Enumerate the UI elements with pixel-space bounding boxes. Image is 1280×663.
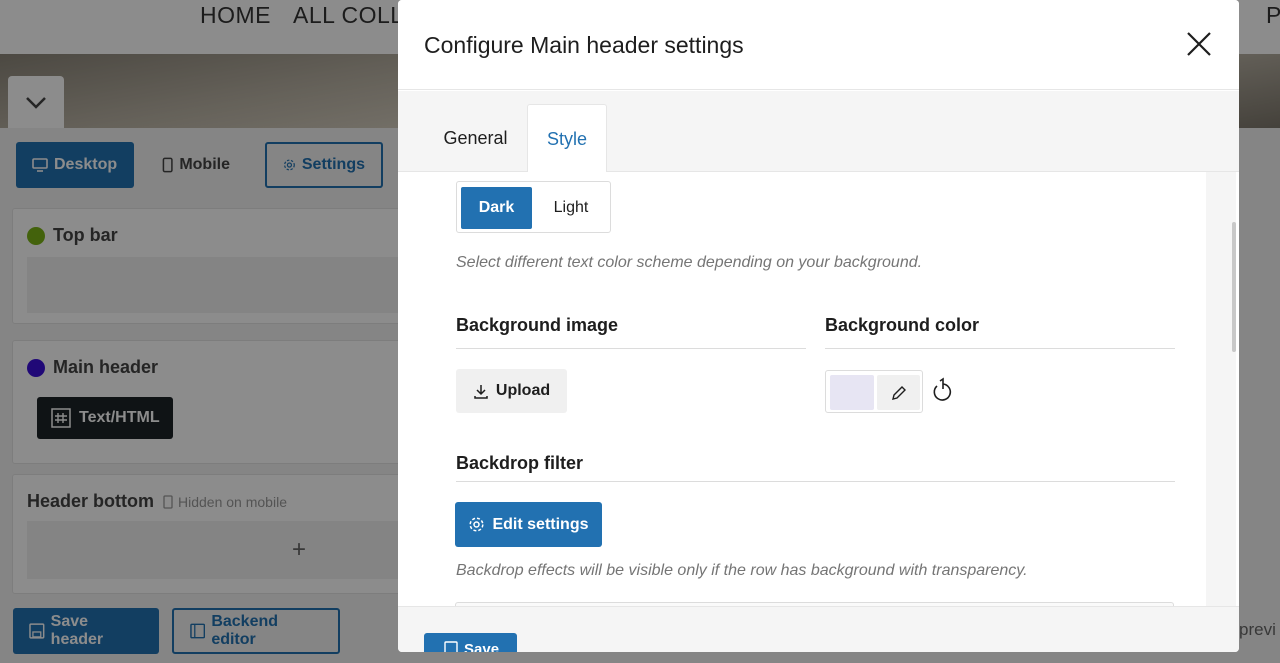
- text-scheme-toggle: Dark Light: [456, 181, 611, 233]
- background-image-label: Background image: [456, 315, 619, 335]
- tab-style[interactable]: Style: [527, 104, 607, 173]
- color-picker-button[interactable]: [877, 375, 920, 410]
- edit-settings-button[interactable]: Edit settings: [455, 502, 602, 547]
- text-scheme-help: Select different text color scheme depen…: [456, 254, 923, 271]
- reset-color-icon[interactable]: [930, 377, 956, 407]
- save-button[interactable]: Save: [424, 633, 517, 652]
- modal-tabs: General Style: [398, 91, 1239, 173]
- download-icon: [474, 385, 488, 399]
- background-color-control: [825, 370, 923, 413]
- divider: [825, 348, 1175, 349]
- close-icon: [1187, 32, 1211, 56]
- eyedropper-icon: [891, 385, 906, 400]
- upload-label: Upload: [495, 382, 551, 399]
- scrollbar-thumb[interactable]: [1232, 222, 1236, 352]
- tab-general[interactable]: General: [425, 104, 526, 173]
- upload-button[interactable]: Upload: [456, 369, 567, 413]
- divider: [456, 481, 1175, 482]
- background-color-label: Background color: [825, 315, 980, 335]
- save-label: Save: [464, 641, 500, 652]
- color-swatch[interactable]: [830, 375, 874, 410]
- modal-body: Dark Light Select different text color s…: [423, 172, 1206, 606]
- settings-modal: Configure Main header settings General S…: [398, 0, 1239, 652]
- modal-header: Configure Main header settings: [398, 0, 1239, 90]
- scheme-light-button[interactable]: Light: [536, 187, 606, 229]
- divider: [456, 348, 806, 349]
- modal-title: Configure Main header settings: [424, 32, 744, 58]
- scheme-dark-button[interactable]: Dark: [461, 187, 532, 229]
- backdrop-help: Backdrop effects will be visible only if…: [456, 562, 1028, 579]
- gear-icon: [469, 517, 485, 532]
- close-button[interactable]: [1181, 26, 1217, 62]
- modal-scrollbar[interactable]: [1206, 172, 1236, 606]
- modal-footer: Save: [398, 606, 1239, 652]
- edit-settings-label: Edit settings: [492, 515, 589, 533]
- save-icon: [444, 641, 458, 652]
- backdrop-filter-label: Backdrop filter: [456, 453, 584, 473]
